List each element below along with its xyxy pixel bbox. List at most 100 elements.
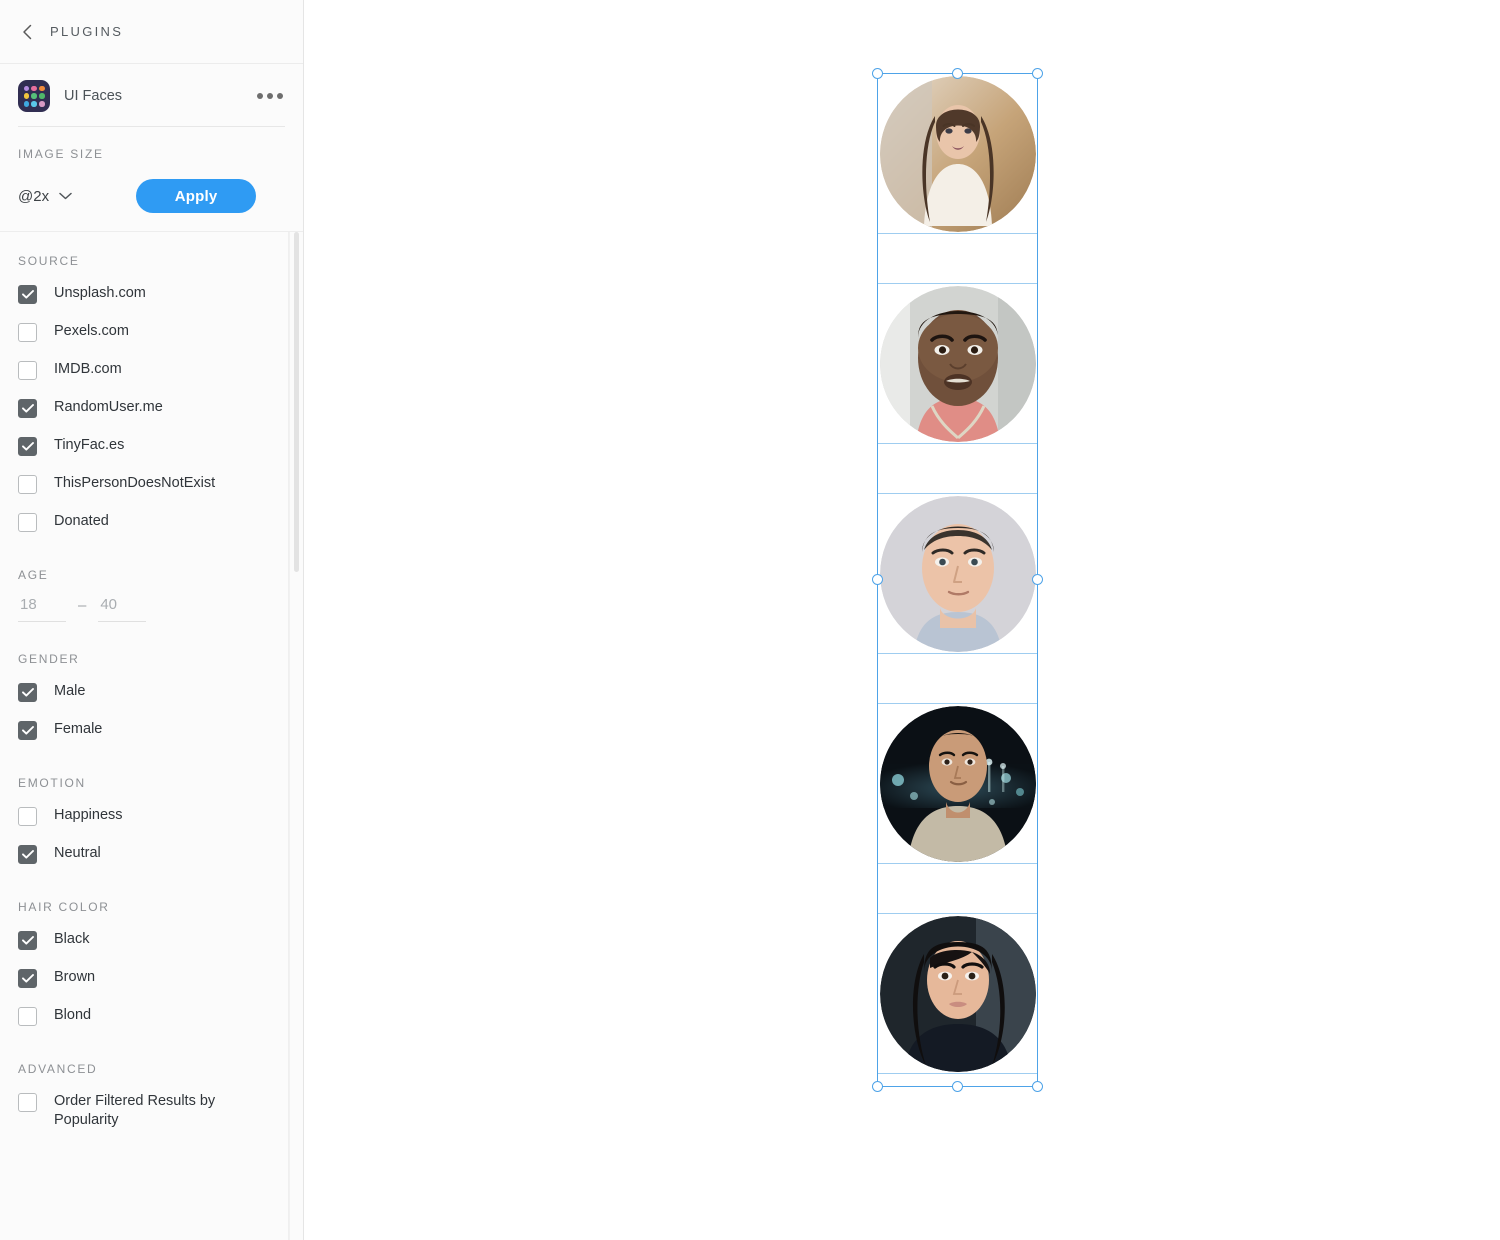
image-size-select[interactable]: @2x bbox=[18, 188, 78, 205]
hair-color-label: HAIR COLOR bbox=[18, 900, 110, 914]
more-options-icon[interactable] bbox=[255, 87, 285, 105]
checkbox-icon bbox=[18, 721, 37, 740]
checkbox-label: Happiness bbox=[54, 807, 123, 823]
resize-handle-top-right[interactable] bbox=[1032, 68, 1043, 79]
image-size-block: IMAGE SIZE @2x Apply bbox=[0, 127, 303, 231]
checkbox-happiness[interactable]: Happiness bbox=[18, 804, 270, 832]
checkbox-label: Black bbox=[54, 931, 90, 947]
checkbox-icon bbox=[18, 931, 37, 950]
panel-header: PLUGINS bbox=[0, 0, 303, 64]
sidebar-scrollbar-thumb[interactable] bbox=[294, 232, 299, 572]
checkbox-tinyfaces[interactable]: TinyFac.es bbox=[18, 434, 270, 462]
checkbox-brown[interactable]: Brown bbox=[18, 966, 270, 994]
checkbox-label: Brown bbox=[54, 969, 96, 985]
advanced-label: ADVANCED bbox=[18, 1062, 98, 1076]
sidebar-scrollbar[interactable] bbox=[289, 232, 303, 1240]
apply-button[interactable]: Apply bbox=[136, 179, 257, 213]
source-label: SOURCE bbox=[18, 254, 80, 268]
resize-handle-bottom-left[interactable] bbox=[872, 1081, 883, 1092]
avatar-3[interactable] bbox=[879, 495, 1036, 652]
checkbox-icon bbox=[18, 399, 37, 418]
checkbox-label: Neutral bbox=[54, 845, 101, 861]
checkbox-label: Pexels.com bbox=[54, 323, 129, 339]
gap-cell-3 bbox=[878, 654, 1037, 704]
checkbox-neutral[interactable]: Neutral bbox=[18, 842, 270, 870]
avatar-cell-4[interactable] bbox=[878, 704, 1037, 864]
checkbox-donated[interactable]: Donated bbox=[18, 510, 270, 538]
checkbox-blond[interactable]: Blond bbox=[18, 1004, 270, 1032]
age-separator: – bbox=[78, 597, 87, 614]
ui-faces-app-icon bbox=[18, 80, 50, 112]
avatar-cell-2[interactable] bbox=[878, 284, 1037, 444]
checkbox-icon bbox=[18, 969, 37, 988]
checkbox-icon bbox=[18, 285, 37, 304]
resize-handle-bottom-right[interactable] bbox=[1032, 1081, 1043, 1092]
gap-cell-1 bbox=[878, 234, 1037, 284]
checkbox-icon bbox=[18, 807, 37, 826]
checkbox-label: TinyFac.es bbox=[54, 437, 125, 453]
selected-avatar-frame[interactable] bbox=[872, 68, 1043, 1092]
figma-plugin-window: PLUGINS UI Faces IMAGE SIZE @2x Apply SO… bbox=[0, 0, 1500, 1240]
checkbox-imdb[interactable]: IMDB.com bbox=[18, 358, 270, 386]
resize-handle-mid-left[interactable] bbox=[872, 574, 883, 585]
resize-handle-top-center[interactable] bbox=[951, 68, 963, 79]
checkbox-label: Unsplash.com bbox=[54, 285, 146, 301]
checkbox-icon bbox=[18, 361, 37, 380]
image-size-label: IMAGE SIZE bbox=[18, 147, 104, 161]
filter-group-source: SOURCE Unsplash.com Pexels.com IMDB.com bbox=[18, 254, 270, 538]
checkbox-male[interactable]: Male bbox=[18, 680, 270, 708]
age-label: AGE bbox=[18, 568, 49, 582]
avatar-cell-5[interactable] bbox=[878, 914, 1037, 1074]
resize-handle-bottom-center[interactable] bbox=[951, 1081, 963, 1092]
filters-scroll-region: SOURCE Unsplash.com Pexels.com IMDB.com bbox=[0, 231, 303, 1240]
avatar-2[interactable] bbox=[879, 285, 1036, 442]
checkbox-label: ThisPersonDoesNotExist bbox=[54, 475, 216, 491]
checkbox-pexels[interactable]: Pexels.com bbox=[18, 320, 270, 348]
checkbox-icon bbox=[18, 1093, 37, 1112]
avatar-1[interactable] bbox=[879, 75, 1036, 232]
checkbox-thispersondoesnotexist[interactable]: ThisPersonDoesNotExist bbox=[18, 472, 270, 500]
age-max-input[interactable] bbox=[98, 596, 147, 622]
avatar-4[interactable] bbox=[879, 705, 1036, 862]
resize-handle-top-left[interactable] bbox=[872, 68, 883, 79]
checkbox-female[interactable]: Female bbox=[18, 718, 270, 746]
checkbox-label: IMDB.com bbox=[54, 361, 122, 377]
checkbox-icon bbox=[18, 513, 37, 532]
checkbox-label: Female bbox=[54, 721, 103, 737]
checkbox-order-by-popularity[interactable]: Order Filtered Results by Popularity bbox=[18, 1090, 270, 1129]
avatar-cell-3[interactable] bbox=[878, 494, 1037, 654]
age-min-input[interactable] bbox=[18, 596, 66, 622]
checkbox-icon bbox=[18, 437, 37, 456]
checkbox-icon bbox=[18, 1007, 37, 1026]
checkbox-label: RandomUser.me bbox=[54, 399, 163, 415]
filter-group-advanced: ADVANCED Order Filtered Results by Popul… bbox=[18, 1062, 270, 1129]
chevron-down-icon bbox=[59, 192, 72, 200]
design-canvas[interactable] bbox=[304, 0, 1500, 1240]
filter-group-hair-color: HAIR COLOR Black Brown Blond bbox=[18, 900, 270, 1032]
resize-handle-mid-right[interactable] bbox=[1032, 574, 1043, 585]
checkbox-label: Order Filtered Results by Popularity bbox=[54, 1093, 216, 1128]
plugin-row: UI Faces bbox=[0, 64, 303, 126]
checkbox-icon bbox=[18, 845, 37, 864]
page-title: PLUGINS bbox=[50, 24, 124, 39]
checkbox-icon bbox=[18, 323, 37, 342]
checkbox-icon bbox=[18, 683, 37, 702]
gap-cell-2 bbox=[878, 444, 1037, 494]
checkbox-label: Donated bbox=[54, 513, 109, 529]
image-size-value: @2x bbox=[18, 187, 50, 205]
chevron-left-icon[interactable] bbox=[18, 23, 36, 41]
avatar-5[interactable] bbox=[879, 915, 1036, 1072]
checkbox-unsplash[interactable]: Unsplash.com bbox=[18, 282, 270, 310]
gender-label: GENDER bbox=[18, 652, 80, 666]
checkbox-randomuser[interactable]: RandomUser.me bbox=[18, 396, 270, 424]
checkbox-icon bbox=[18, 475, 37, 494]
filter-group-gender: GENDER Male Female bbox=[18, 652, 270, 746]
filter-group-age: AGE – bbox=[18, 568, 270, 622]
checkbox-black[interactable]: Black bbox=[18, 928, 270, 956]
checkbox-label: Blond bbox=[54, 1007, 92, 1023]
plugin-name: UI Faces bbox=[64, 88, 123, 104]
avatar-cell-1[interactable] bbox=[878, 74, 1037, 234]
plugin-sidebar: PLUGINS UI Faces IMAGE SIZE @2x Apply SO… bbox=[0, 0, 304, 1240]
filters-list: SOURCE Unsplash.com Pexels.com IMDB.com bbox=[0, 232, 289, 1240]
gap-cell-4 bbox=[878, 864, 1037, 914]
